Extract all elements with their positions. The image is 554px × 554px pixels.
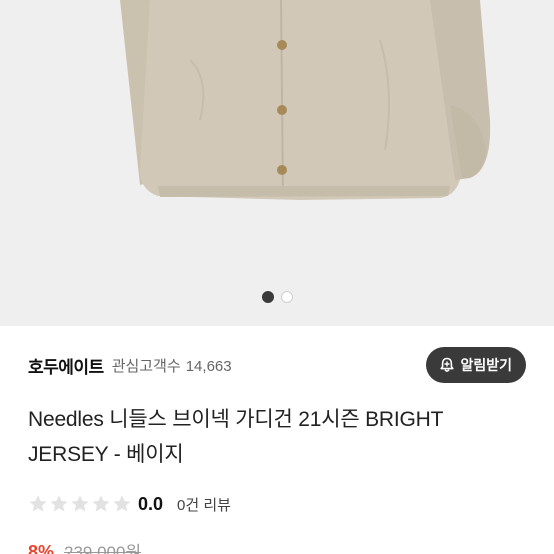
watch-count: 관심고객수 14,663 xyxy=(112,355,232,376)
discount-rate: 8% xyxy=(28,542,55,554)
review-count[interactable]: 0건 리뷰 xyxy=(177,494,231,515)
rating-score: 0.0 xyxy=(138,493,164,514)
watch-count-value: 14,663 xyxy=(185,357,232,375)
original-price: 239,000원 xyxy=(64,543,142,554)
alarm-button-label: 알림받기 xyxy=(460,357,512,373)
carousel-pager xyxy=(0,291,554,303)
star-icon xyxy=(71,495,89,512)
product-image[interactable] xyxy=(0,0,554,326)
cardigan-image xyxy=(120,0,491,200)
alarm-button[interactable]: 알림받기 xyxy=(426,347,526,383)
rating-row[interactable]: 0.0 0건 리뷰 xyxy=(28,492,231,516)
brand-name[interactable]: 호두에이트 xyxy=(28,353,104,378)
brand-row: 호두에이트 관심고객수 14,663 알림받기 xyxy=(28,347,526,383)
carousel-dot-2[interactable] xyxy=(280,291,293,303)
price-row: 8% 239,000원 xyxy=(28,538,141,554)
carousel-dot-1[interactable] xyxy=(261,291,274,303)
star-rating xyxy=(28,494,132,514)
star-icon xyxy=(113,495,131,512)
star-icon xyxy=(29,495,47,512)
watch-label: 관심고객수 xyxy=(111,357,181,375)
bell-plus-icon xyxy=(438,356,456,374)
product-title: Needles 니들스 브이넥 가디건 21시즌 BRIGHT JERSEY -… xyxy=(28,408,443,466)
star-icon xyxy=(50,495,68,512)
star-icon xyxy=(92,495,110,512)
